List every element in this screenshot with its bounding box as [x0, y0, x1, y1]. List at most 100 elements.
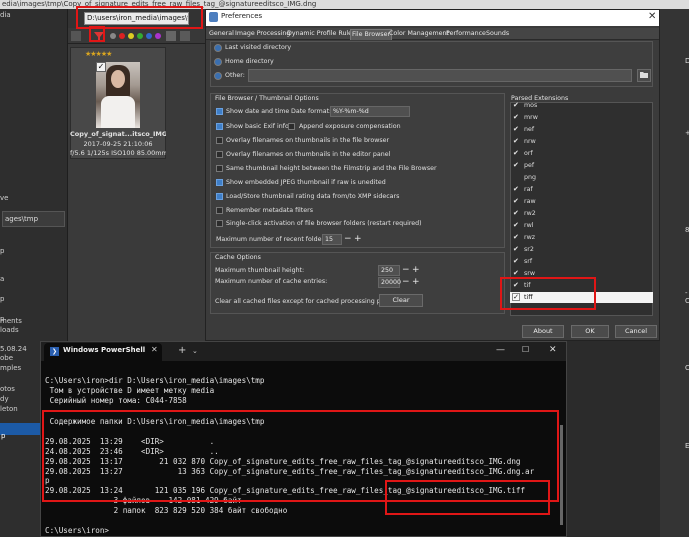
- append-exposure-checkbox[interactable]: [288, 123, 295, 130]
- ok-button[interactable]: OK: [571, 325, 609, 338]
- folder-combo[interactable]: ages\tmp: [2, 211, 65, 227]
- portrait-body: [101, 96, 135, 128]
- close-tab-icon[interactable]: ✕: [151, 345, 158, 354]
- extension-item[interactable]: ✔ nrw: [510, 136, 653, 147]
- extension-item[interactable]: ✔ rwl: [510, 220, 653, 231]
- powershell-tab-title: Windows PowerShell: [63, 346, 146, 354]
- extension-item[interactable]: ✔ orf: [510, 148, 653, 159]
- show-exif-checkbox[interactable]: [216, 123, 223, 130]
- left-panel-item[interactable]: obe: [0, 354, 13, 362]
- radio-last-visited[interactable]: [214, 44, 222, 52]
- tab-color-management[interactable]: Color Management: [388, 29, 450, 39]
- check-icon: ✔: [513, 209, 519, 217]
- append-exposure-label: Append exposure compensation: [299, 123, 401, 130]
- check-icon: ✔: [513, 161, 519, 169]
- left-panel-item[interactable]: p: [0, 295, 4, 303]
- console-prompt[interactable]: C:\Users\iron>: [45, 526, 109, 536]
- highlight-box-extensions: [500, 277, 596, 310]
- tab-general[interactable]: General: [208, 29, 235, 39]
- remember-filters-checkbox[interactable]: [216, 207, 223, 214]
- check-icon: ✔: [513, 125, 519, 133]
- thumbnail-date: 2017-09-25 21:10:06: [83, 140, 153, 148]
- minus-icon[interactable]: −: [344, 235, 352, 244]
- extension-item[interactable]: png: [510, 172, 653, 183]
- show-exif-label: Show basic Exif info: [226, 123, 289, 130]
- load-store-checkbox[interactable]: [216, 193, 223, 200]
- plus-icon[interactable]: +: [354, 235, 362, 244]
- left-panel-item[interactable]: otos: [0, 385, 15, 393]
- thumbnail-checkbox[interactable]: ✓: [96, 62, 106, 72]
- left-panel-item[interactable]: ments: [0, 317, 22, 325]
- minimize-icon[interactable]: —: [496, 345, 505, 355]
- right-panel-item[interactable]: +: [685, 129, 689, 137]
- left-panel-item[interactable]: loads: [0, 326, 19, 334]
- same-height-label: Same thumbnail height between the Filmst…: [226, 165, 437, 172]
- minus-icon[interactable]: −: [402, 278, 410, 287]
- extension-item[interactable]: ✔ rw2: [510, 208, 653, 219]
- extension-item[interactable]: ✔ sr2: [510, 244, 653, 255]
- extension-item[interactable]: ✔ nef: [510, 124, 653, 135]
- extension-item[interactable]: ✔ rwz: [510, 232, 653, 243]
- extension-item[interactable]: ✔ mrw: [510, 112, 653, 123]
- chevron-down-icon[interactable]: ⌄: [192, 347, 198, 355]
- tab-performance[interactable]: Performance: [445, 29, 487, 39]
- new-tab-icon[interactable]: +: [178, 345, 186, 356]
- max-recent-label: Maximum number of recent folders:: [216, 236, 330, 243]
- radio-home-directory[interactable]: [214, 58, 222, 66]
- thumbnail-exif: f/5.6 1/125s ISO100 85.00mm: [70, 149, 166, 157]
- check-icon: ✔: [513, 185, 519, 193]
- highlight-box-filter: [89, 26, 105, 42]
- plus-icon[interactable]: +: [412, 278, 420, 287]
- left-panel-item[interactable]: leton: [0, 405, 18, 413]
- left-panel-item[interactable]: mples: [0, 364, 21, 372]
- clear-cache-label: Clear all cached files except for cached…: [215, 298, 403, 305]
- rating-stars[interactable]: ★★★★★: [85, 50, 112, 58]
- close-icon[interactable]: ✕: [549, 345, 557, 355]
- left-panel-item[interactable]: dy: [0, 395, 9, 403]
- extension-item[interactable]: ✔ mos: [510, 100, 653, 111]
- extension-item[interactable]: ✔ raw: [510, 196, 653, 207]
- single-click-checkbox[interactable]: [216, 220, 223, 227]
- left-panel-item[interactable]: 5.08.24: [0, 345, 27, 353]
- preferences-app-icon: [209, 12, 218, 22]
- left-panel-item[interactable]: dia: [0, 11, 11, 19]
- plus-icon[interactable]: +: [412, 266, 420, 275]
- date-format-field[interactable]: %Y-%m-%d: [330, 106, 410, 117]
- extension-item[interactable]: ✔ raf: [510, 184, 653, 195]
- console-scrollbar[interactable]: [560, 425, 563, 525]
- preferences-titlebar[interactable]: [206, 10, 659, 26]
- fb-options-title: File Browser / Thumbnail Options: [215, 95, 319, 102]
- extension-item[interactable]: ✔ pef: [510, 160, 653, 171]
- right-panel: DN + Ca EF 8 -C: [660, 9, 689, 537]
- other-directory-field[interactable]: [248, 69, 632, 82]
- max-height-field[interactable]: 250: [378, 265, 400, 276]
- show-date-time-checkbox[interactable]: [216, 108, 223, 115]
- about-button[interactable]: About: [522, 325, 564, 338]
- overlay-editor-label: Overlay filenames on thumbnails in the e…: [226, 151, 391, 158]
- tab-dynamic-profile-rules[interactable]: Dynamic Profile Rules: [286, 29, 356, 39]
- overlay-fb-checkbox[interactable]: [216, 137, 223, 144]
- left-panel-item[interactable]: p: [0, 247, 4, 255]
- cancel-button[interactable]: Cancel: [615, 325, 657, 338]
- max-recent-field[interactable]: 15: [322, 234, 342, 245]
- maximize-icon[interactable]: ☐: [522, 345, 529, 354]
- clear-cache-button[interactable]: Clear: [379, 294, 423, 307]
- minus-icon[interactable]: −: [402, 266, 410, 275]
- right-panel-item: Ca: [685, 364, 689, 372]
- tab-file-browser[interactable]: File Browser: [350, 29, 393, 40]
- max-entries-field[interactable]: 20000: [378, 277, 401, 288]
- check-icon: ✔: [513, 221, 519, 229]
- radio-other[interactable]: [214, 72, 222, 80]
- overlay-editor-checkbox[interactable]: [216, 151, 223, 158]
- radio-other-label: Other:: [225, 72, 245, 79]
- tab-image-processing[interactable]: Image Processing: [234, 29, 291, 39]
- same-height-checkbox[interactable]: [216, 165, 223, 172]
- right-panel-item: DN: [685, 57, 689, 65]
- extension-item[interactable]: ✔ srf: [510, 256, 653, 267]
- tab-sounds[interactable]: Sounds: [485, 29, 510, 39]
- left-panel-item[interactable]: ve: [0, 194, 8, 202]
- folder-browse-button[interactable]: [637, 69, 651, 82]
- left-panel-item[interactable]: a: [0, 275, 4, 283]
- close-icon[interactable]: ✕: [648, 11, 656, 22]
- show-embedded-checkbox[interactable]: [216, 179, 223, 186]
